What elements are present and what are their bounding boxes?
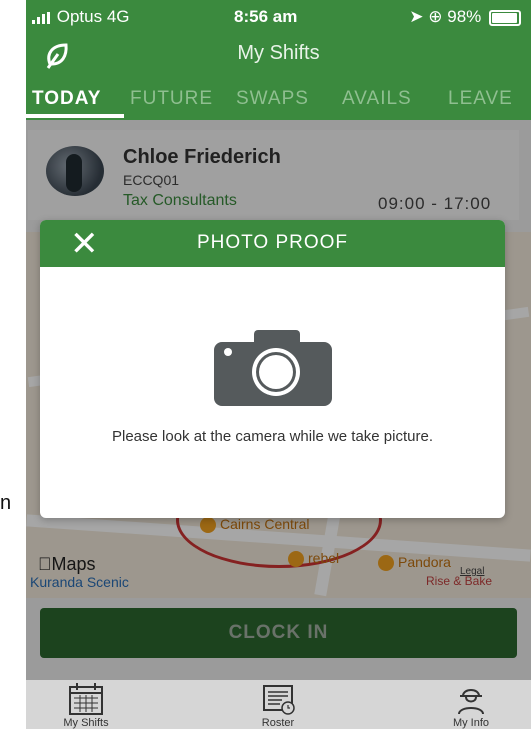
tab-today[interactable]: TODAY bbox=[32, 88, 101, 110]
dialog-header: ✕ PHOTO PROOF bbox=[40, 220, 505, 267]
carrier-text: Optus bbox=[56, 7, 103, 26]
active-tab-indicator bbox=[26, 114, 124, 118]
bottom-nav: My Shifts Roster My Info bbox=[26, 680, 531, 729]
tab-leave[interactable]: LEAVE bbox=[448, 88, 513, 110]
status-bar: Optus 4G 8:56 am ➤ ⊕ 98% bbox=[26, 0, 531, 34]
app-header: My Shifts bbox=[26, 34, 531, 78]
battery-icon bbox=[489, 9, 521, 26]
calendar-icon bbox=[69, 683, 103, 715]
nav-my-info[interactable]: My Info bbox=[411, 680, 531, 729]
nav-label: My Shifts bbox=[63, 717, 109, 729]
user-icon bbox=[458, 689, 484, 715]
roster-icon bbox=[263, 685, 295, 715]
dialog-message: Please look at the camera while we take … bbox=[112, 428, 433, 445]
nav-label: My Info bbox=[452, 717, 490, 729]
phone-screen: Optus 4G 8:56 am ➤ ⊕ 98% My Shifts TODAY… bbox=[26, 0, 531, 729]
tab-future[interactable]: FUTURE bbox=[130, 88, 213, 110]
nav-roster[interactable]: Roster bbox=[218, 680, 338, 729]
signal-icon bbox=[32, 11, 50, 24]
camera-icon bbox=[214, 330, 332, 406]
lock-rotation-icon: ⊕ bbox=[428, 7, 443, 26]
edge-fragment-text: n bbox=[0, 492, 12, 514]
network-text: 4G bbox=[106, 7, 130, 26]
tab-avails[interactable]: AVAILS bbox=[342, 88, 412, 110]
nav-label: Roster bbox=[261, 717, 295, 729]
battery-text: 98% bbox=[447, 7, 482, 26]
tab-swaps[interactable]: SWAPS bbox=[236, 88, 309, 110]
photo-proof-dialog: ✕ PHOTO PROOF Please look at the camera … bbox=[40, 220, 505, 518]
location-arrow-icon: ➤ bbox=[409, 7, 424, 26]
clock-time: 8:56 am bbox=[234, 7, 298, 26]
page-title: My Shifts bbox=[237, 42, 320, 64]
dialog-title: PHOTO PROOF bbox=[196, 232, 349, 253]
nav-my-shifts[interactable]: My Shifts bbox=[26, 680, 146, 729]
